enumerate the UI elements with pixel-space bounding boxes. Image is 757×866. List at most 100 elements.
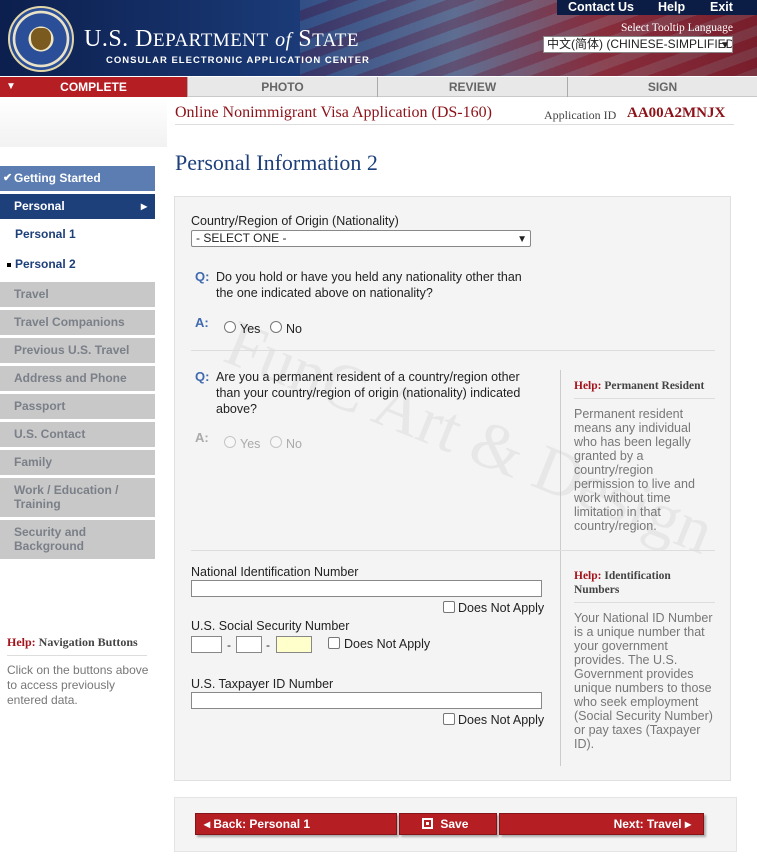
sidebar-item-label: Personal 2 bbox=[15, 257, 76, 271]
chevron-down-icon: ▼ bbox=[720, 40, 730, 51]
back-button[interactable]: ◂ Back: Personal 1 bbox=[195, 813, 397, 835]
ssn-dash: - bbox=[266, 638, 270, 652]
step-complete[interactable]: ▼ COMPLETE bbox=[0, 77, 187, 97]
step-review-label: REVIEW bbox=[448, 80, 497, 94]
q1-yes-label: Yes bbox=[240, 322, 261, 336]
page: Contact Us Help Exit U.S. DEPARTMENT of … bbox=[0, 0, 757, 866]
sidebar-top-fade bbox=[0, 97, 167, 147]
application-id-value: AA00A2MNJX bbox=[627, 105, 726, 121]
sidebar-item-label: Previous U.S. Travel bbox=[14, 343, 130, 357]
sidebar-item-personal-1[interactable]: Personal 1 bbox=[0, 222, 155, 247]
chevron-right-icon: ▸ bbox=[140, 199, 147, 213]
sidebar-item-previous-us-travel[interactable]: Previous U.S. Travel bbox=[0, 338, 155, 363]
application-title: Online Nonimmigrant Visa Application (DS… bbox=[175, 104, 492, 121]
taxpayer-does-not-apply-label: Does Not Apply bbox=[458, 713, 545, 727]
national-id-does-not-apply-checkbox[interactable] bbox=[443, 601, 455, 613]
q1-no-label: No bbox=[286, 322, 302, 336]
step-complete-label: COMPLETE bbox=[60, 80, 127, 94]
sidebar-item-label: Travel bbox=[14, 287, 49, 301]
q1-yes-radio[interactable] bbox=[224, 321, 236, 333]
sidebar-item-security-background[interactable]: Security and Background bbox=[0, 520, 155, 559]
section-divider bbox=[191, 550, 715, 551]
back-button-label: Back: Personal 1 bbox=[213, 817, 311, 831]
ssn-dash: - bbox=[227, 638, 231, 652]
nationality-label: Country/Region of Origin (Nationality) bbox=[191, 214, 399, 228]
taxpayer-does-not-apply-checkbox[interactable] bbox=[443, 713, 455, 725]
sidebar-item-label: Personal bbox=[14, 199, 65, 213]
sidebar-item-us-contact[interactable]: U.S. Contact bbox=[0, 422, 155, 447]
step-sign[interactable]: SIGN bbox=[567, 77, 757, 97]
question-1-marker: Q: bbox=[195, 269, 210, 284]
sidebar-item-label: Passport bbox=[14, 399, 66, 413]
next-button-label: Next: Travel bbox=[613, 817, 682, 831]
step-review[interactable]: REVIEW bbox=[377, 77, 567, 97]
answer-2-marker: A: bbox=[195, 430, 209, 445]
step-sign-label: SIGN bbox=[647, 80, 678, 94]
contact-us-link[interactable]: Contact Us bbox=[568, 0, 634, 15]
sidebar-item-label: Security and Background bbox=[14, 525, 87, 553]
tooltip-language-value: 中文(简体) (CHINESE-SIMPLIFIED) bbox=[547, 37, 733, 51]
department-seal-icon bbox=[8, 6, 74, 72]
ssn-part-3-input[interactable] bbox=[276, 636, 312, 653]
nationality-select[interactable]: - SELECT ONE - ▼ bbox=[191, 230, 531, 247]
department-subtitle: CONSULAR ELECTRONIC APPLICATION CENTER bbox=[106, 55, 370, 66]
sidebar-item-family[interactable]: Family bbox=[0, 450, 155, 475]
check-icon: ✔ bbox=[3, 172, 13, 184]
permanent-resident-help-title-text: Permanent Resident bbox=[604, 380, 705, 392]
help-prefix: Help: bbox=[7, 635, 36, 649]
save-button-label: Save bbox=[440, 817, 469, 831]
sidebar-item-travel[interactable]: Travel bbox=[0, 282, 155, 307]
sidebar-item-address-phone[interactable]: Address and Phone bbox=[0, 366, 155, 391]
identification-help-text: Your National ID Number is a unique numb… bbox=[574, 611, 713, 751]
progress-steps: ▼ COMPLETE PHOTO REVIEW SIGN bbox=[0, 77, 757, 97]
q2-no-radio[interactable] bbox=[270, 436, 282, 448]
nationality-select-value: - SELECT ONE - bbox=[196, 231, 287, 245]
permanent-resident-help-text: Permanent resident means any individual … bbox=[574, 407, 695, 533]
step-photo-label: PHOTO bbox=[261, 80, 304, 94]
ssn-part-2-input[interactable] bbox=[236, 636, 262, 653]
help-divider bbox=[574, 602, 715, 603]
national-id-input[interactable] bbox=[191, 580, 542, 597]
sidebar-item-passport[interactable]: Passport bbox=[0, 394, 155, 419]
application-id-label: Application ID bbox=[544, 108, 617, 122]
national-id-label: National Identification Number bbox=[191, 565, 359, 579]
navigation-help-title-text: Navigation Buttons bbox=[38, 635, 138, 649]
sidebar-item-travel-companions[interactable]: Travel Companions bbox=[0, 310, 155, 335]
q2-yes-radio[interactable] bbox=[224, 436, 236, 448]
q2-yes-label: Yes bbox=[240, 437, 261, 451]
ssn-part-1-input[interactable] bbox=[191, 636, 222, 653]
navigation-help-divider bbox=[7, 655, 147, 656]
next-button[interactable]: Next: Travel ▸ bbox=[499, 813, 704, 835]
question-2-marker: Q: bbox=[195, 369, 210, 384]
help-link[interactable]: Help bbox=[658, 0, 685, 15]
identification-help-title: Help: Identification Numbers bbox=[574, 569, 714, 597]
sidebar-item-work-education[interactable]: Work / Education / Training bbox=[0, 478, 155, 517]
step-photo[interactable]: PHOTO bbox=[187, 77, 377, 97]
taxpayer-id-input[interactable] bbox=[191, 692, 542, 709]
tooltip-language-select[interactable]: 中文(简体) (CHINESE-SIMPLIFIED) ▼ bbox=[543, 36, 733, 53]
sidebar-item-personal-2[interactable]: Personal 2 bbox=[0, 252, 155, 277]
sidebar-item-getting-started[interactable]: ✔ Getting Started bbox=[0, 166, 155, 191]
sidebar-item-personal[interactable]: Personal ▸ bbox=[0, 194, 155, 219]
question-2-text: Are you a permanent resident of a countr… bbox=[216, 370, 521, 416]
q1-no-radio[interactable] bbox=[270, 321, 282, 333]
question-1-text: Do you hold or have you held any nationa… bbox=[216, 270, 522, 300]
ssn-does-not-apply-checkbox[interactable] bbox=[328, 637, 340, 649]
permanent-resident-help-title: Help: Permanent Resident bbox=[574, 379, 704, 393]
chevron-left-icon: ◂ bbox=[204, 817, 211, 831]
floppy-disk-icon bbox=[422, 818, 433, 829]
section-divider bbox=[191, 350, 715, 351]
chevron-down-icon: ▼ bbox=[517, 234, 527, 245]
sidebar-item-label: Travel Companions bbox=[14, 315, 125, 329]
sidebar-item-label: Personal 1 bbox=[15, 227, 76, 241]
page-title: Personal Information 2 bbox=[175, 150, 378, 175]
help-divider bbox=[574, 398, 715, 399]
save-button[interactable]: Save bbox=[399, 813, 497, 835]
exit-link[interactable]: Exit bbox=[710, 0, 733, 15]
department-title: U.S. DEPARTMENT of STATE bbox=[84, 26, 359, 52]
caret-down-icon: ▼ bbox=[6, 81, 16, 92]
chevron-right-icon: ▸ bbox=[684, 817, 691, 831]
help-prefix: Help: bbox=[574, 380, 602, 392]
sidebar-item-label: Family bbox=[14, 455, 53, 469]
title-divider bbox=[175, 124, 734, 125]
